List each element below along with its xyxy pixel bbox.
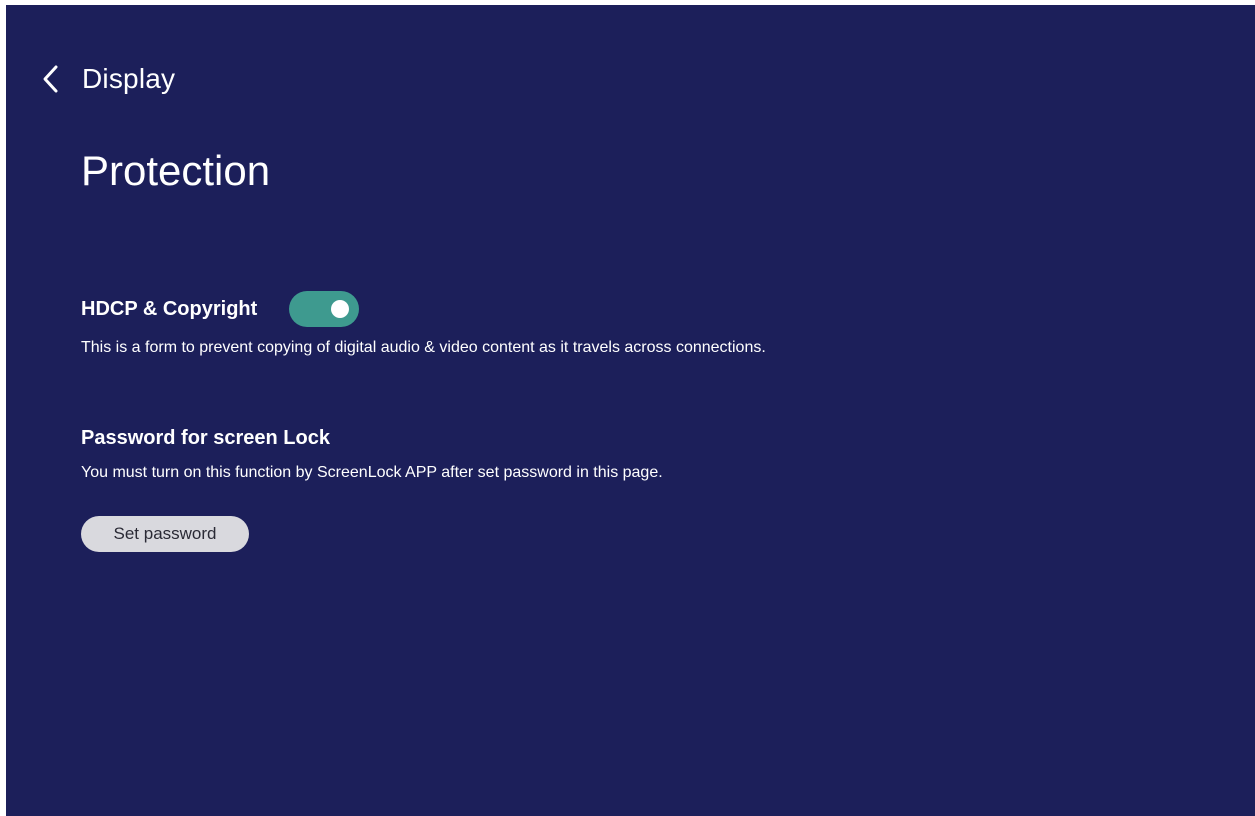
hdcp-description: This is a form to prevent copying of dig… <box>81 339 766 356</box>
header-bar: Display <box>36 57 175 101</box>
password-section: Password for screen Lock You must turn o… <box>81 427 663 552</box>
chevron-left-icon <box>41 64 59 94</box>
hdcp-header: HDCP & Copyright <box>81 291 766 327</box>
password-header: Password for screen Lock <box>81 427 663 450</box>
set-password-button[interactable]: Set password <box>81 516 249 552</box>
toggle-knob <box>331 300 350 318</box>
hdcp-section: HDCP & Copyright This is a form to preve… <box>81 291 766 357</box>
page-title: Protection <box>81 147 271 194</box>
back-button[interactable] <box>36 61 64 97</box>
password-description: You must turn on this function by Screen… <box>81 464 663 481</box>
back-label[interactable]: Display <box>82 63 175 95</box>
password-title: Password for screen Lock <box>81 427 330 449</box>
settings-screen: Display Protection HDCP & Copyright This… <box>6 5 1255 816</box>
hdcp-title: HDCP & Copyright <box>81 297 258 320</box>
hdcp-toggle[interactable] <box>289 291 360 327</box>
